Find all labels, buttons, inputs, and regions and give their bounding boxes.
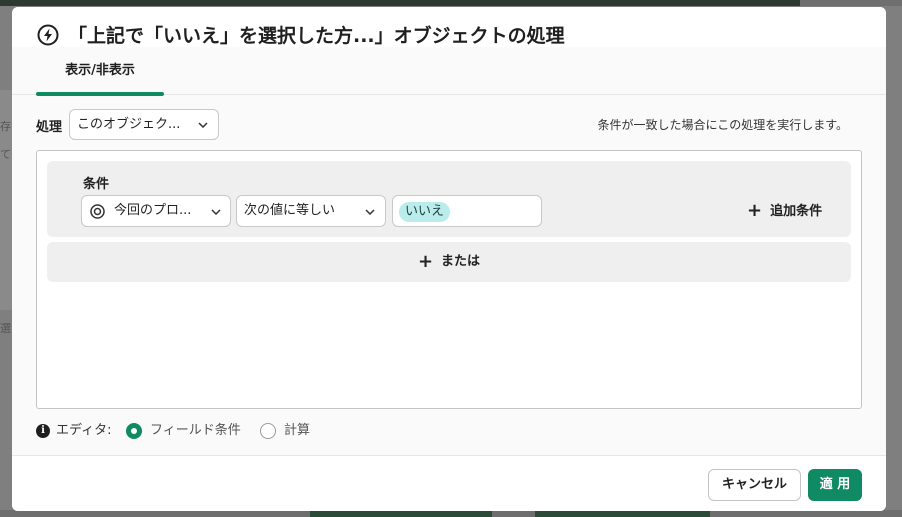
background-label: 存 bbox=[0, 120, 11, 133]
apply-button[interactable]: 適 用 bbox=[808, 469, 862, 501]
cancel-button[interactable]: キャンセル bbox=[708, 469, 801, 501]
plus-icon: + bbox=[417, 251, 434, 272]
processing-select-value: このオブジェク... bbox=[77, 117, 181, 132]
chevron-down-icon bbox=[365, 209, 375, 215]
add-condition-label: 追加条件 bbox=[770, 204, 823, 219]
background-button bbox=[310, 511, 492, 517]
tab-show-hide[interactable]: 表示/非表示 bbox=[36, 47, 164, 96]
dialog-header: 「上記で「いいえ」を選択した方...」オブジェクトの処理 bbox=[12, 7, 886, 47]
condition-operator-select[interactable]: 次の値に等しい bbox=[236, 195, 386, 227]
radio-calculation-label[interactable]: 計算 bbox=[284, 422, 310, 440]
or-button-label: または bbox=[441, 254, 481, 269]
background-header-right bbox=[800, 0, 902, 6]
value-chip[interactable]: いいえ bbox=[399, 202, 451, 222]
plus-icon: + bbox=[747, 200, 763, 221]
tab-bar: 表示/非表示 bbox=[12, 47, 886, 96]
target-icon bbox=[90, 204, 105, 219]
chevron-down-icon bbox=[198, 122, 208, 128]
dialog-title: 「上記で「いいえ」を選択した方...」オブジェクトの処理 bbox=[68, 25, 565, 47]
background-header-bar bbox=[0, 0, 902, 6]
radio-field-condition-label[interactable]: フィールド条件 bbox=[150, 422, 241, 440]
condition-field-value: 今回のプロ... bbox=[114, 203, 192, 218]
processing-label: 処理 bbox=[36, 120, 63, 135]
processing-help-text: 条件が一致した場合にこの処理を実行します。 bbox=[597, 118, 848, 132]
editor-label: エディタ: bbox=[56, 423, 112, 438]
background-label: 選 bbox=[0, 322, 11, 335]
add-condition-button[interactable]: + 追加条件 bbox=[747, 200, 822, 221]
background-button bbox=[535, 511, 710, 517]
radio-calculation[interactable] bbox=[260, 423, 276, 439]
add-or-group-button[interactable]: + または bbox=[47, 242, 851, 282]
condition-value-input[interactable]: いいえ bbox=[392, 195, 542, 227]
condition-group: 条件 今回のプロ... 次の値に等しい いいえ + 追加条件 bbox=[47, 161, 851, 237]
condition-label: 条件 bbox=[83, 177, 110, 192]
condition-canvas: 条件 今回のプロ... 次の値に等しい いいえ + 追加条件 + または bbox=[36, 150, 862, 409]
condition-operator-value: 次の値に等しい bbox=[244, 203, 336, 218]
info-icon: i bbox=[36, 424, 50, 438]
object-action-dialog: 「上記で「いいえ」を選択した方...」オブジェクトの処理 表示/非表示 処理 こ… bbox=[12, 7, 886, 511]
dialog-footer: キャンセル 適 用 bbox=[12, 455, 886, 511]
chevron-down-icon bbox=[211, 209, 221, 215]
radio-field-condition[interactable] bbox=[126, 423, 142, 439]
condition-field-select[interactable]: 今回のプロ... bbox=[81, 195, 231, 227]
lightning-circle-icon bbox=[37, 24, 59, 46]
processing-select[interactable]: このオブジェク... bbox=[69, 109, 219, 140]
background-label: て bbox=[0, 148, 11, 161]
